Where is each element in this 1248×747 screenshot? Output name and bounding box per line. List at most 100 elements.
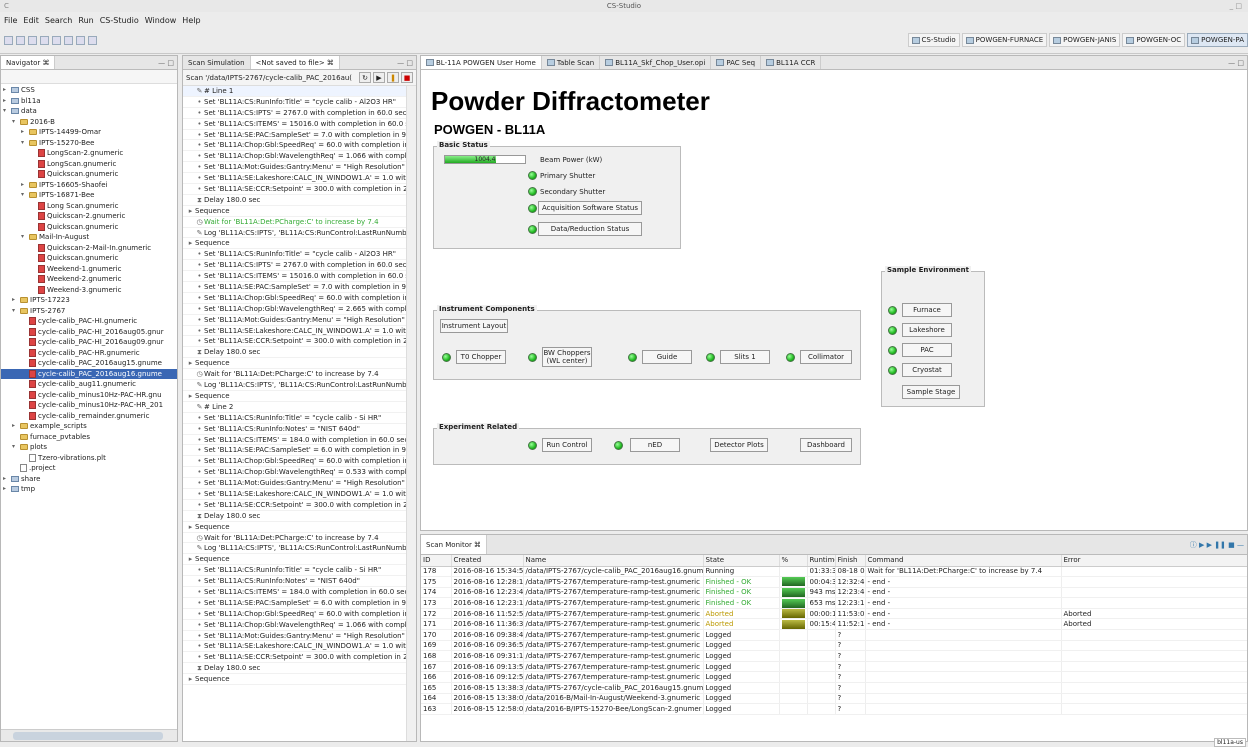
tree-item[interactable]: ▸ bl11a <box>1 96 177 107</box>
menu-window[interactable]: Window <box>145 16 177 25</box>
scan-command-row[interactable]: • Set 'BL11A:CS:RunInfo:Notes' = "NIST 64… <box>183 576 406 587</box>
expand-toggle-icon[interactable]: ▸ <box>3 96 11 107</box>
scan-command-row[interactable]: ✎ Log 'BL11A:CS:IPTS', 'BL11A:CS:RunContr… <box>183 228 406 239</box>
collimator-button[interactable]: Collimator <box>800 350 852 364</box>
tree-item[interactable]: Quickscan-2-Mail-In.gnumeric <box>1 243 177 254</box>
table-row[interactable]: 173 2016-08-16 12:23:1/data/IPTS-2767/tem… <box>421 597 1247 609</box>
table-row[interactable]: 175 2016-08-16 12:28:1/data/IPTS-2767/tem… <box>421 576 1247 588</box>
scan-command-row[interactable]: • Set 'BL11A:CS:RunInfo:Title' = "cycle c… <box>183 413 406 424</box>
scan-command-row[interactable]: • Set 'BL11A:Mot:Guides:Gantry:Menu' = "H… <box>183 478 406 489</box>
scan-command-row[interactable]: • Set 'BL11A:Mot:Guides:Gantry:Menu' = "H… <box>183 162 406 174</box>
table-row[interactable]: 163 2016-08-15 12:58:0/data/2016-B/IPTS-1… <box>421 703 1247 715</box>
perspective-powgen-furnace[interactable]: POWGEN-FURNACE <box>961 33 1048 47</box>
column-header[interactable]: Created <box>451 555 524 567</box>
save-icon[interactable] <box>16 36 25 45</box>
tree-item[interactable]: cycle-calib_minus10Hz-PAC-HR.gnu <box>1 390 177 401</box>
scan-command-row[interactable]: • Set 'BL11A:CS:RunInfo:Title' = "cycle c… <box>183 565 406 577</box>
tree-item[interactable]: ▾ Mail-In-August <box>1 232 177 243</box>
expand-toggle-icon[interactable]: ▾ <box>21 138 29 149</box>
table-row[interactable]: 174 2016-08-16 12:23:4/data/IPTS-2767/tem… <box>421 587 1247 599</box>
scan-resume-icon[interactable]: ▶ <box>373 72 385 83</box>
scan-command-row[interactable]: • Set 'BL11A:Mot:Guides:Gantry:Menu' = "H… <box>183 315 406 326</box>
tree-item[interactable]: LongScan-2.gnumeric <box>1 148 177 159</box>
scan-command-row[interactable]: • Set 'BL11A:CS:ITEMS' = 184.0 with compl… <box>183 435 406 446</box>
acquisition-status-button[interactable]: Acquisition Software Status <box>538 201 642 215</box>
tab-scan-monitor[interactable]: Scan Monitor ⌘ <box>421 535 487 554</box>
tab-editor-2[interactable]: BL11A_Skf_Chop_User.opi <box>600 56 712 69</box>
scan-command-row[interactable]: • Set 'BL11A:CS:ITEMS' = 184.0 with compl… <box>183 587 406 598</box>
tree-item[interactable]: ▾ IPTS-15270-Bee <box>1 138 177 149</box>
expand-toggle-icon[interactable]: ▸ <box>3 484 11 495</box>
tree-item[interactable]: cycle-calib_PAC-HR.gnumeric <box>1 348 177 359</box>
perspective-powgen-oc[interactable]: POWGEN-OC <box>1122 33 1186 47</box>
detector-plots-button[interactable]: Detector Plots <box>710 438 768 452</box>
scan-command-row[interactable]: • Set 'BL11A:SE:CCR:Setpoint' = 300.0 wit… <box>183 652 406 664</box>
scan-command-row[interactable]: • Set 'BL11A:SE:PAC:SampleSet' = 7.0 with… <box>183 282 406 293</box>
scan-pause-icon[interactable]: ❚ <box>387 72 399 83</box>
expand-toggle-icon[interactable]: ▸ <box>21 180 29 191</box>
expand-toggle-icon[interactable]: ▾ <box>21 232 29 243</box>
scan-command-row[interactable]: • Set 'BL11A:CS:ITEMS' = 15016.0 with com… <box>183 271 406 283</box>
perspective-powgen-janis[interactable]: POWGEN-JANIS <box>1049 33 1121 47</box>
tree-item[interactable]: ▸ IPTS-14499-Omar <box>1 127 177 138</box>
scan-command-row[interactable]: • Set 'BL11A:Chop:Gbl:WavelengthReq' = 0.… <box>183 467 406 479</box>
column-header[interactable]: Error <box>1061 555 1247 567</box>
scan-command-row[interactable]: • Set 'BL11A:Chop:Gbl:SpeedReq' = 60.0 wi… <box>183 609 406 620</box>
expand-toggle-icon[interactable]: ▾ <box>21 190 29 201</box>
tree-item[interactable]: cycle-calib_PAC-HI.gnumeric <box>1 316 177 327</box>
column-header[interactable]: Finish <box>835 555 866 567</box>
scan-command-row[interactable]: • Set 'BL11A:CS:IPTS' = 2767.0 with compl… <box>183 108 406 119</box>
tree-item[interactable]: cycle-calib_minus10Hz-PAC-HR_201 <box>1 400 177 411</box>
tree-item[interactable]: Long Scan.gnumeric <box>1 201 177 212</box>
tree-item[interactable]: ▸ CSS <box>1 85 177 96</box>
scan-abort-icon[interactable]: ■ <box>401 72 413 83</box>
tree-item[interactable]: ▸ share <box>1 474 177 485</box>
tree-item[interactable]: Weekend-1.gnumeric <box>1 264 177 275</box>
view-controls-icon[interactable]: — □ <box>397 56 413 69</box>
tree-item[interactable]: ▾ 2016-B <box>1 117 177 128</box>
scan-command-row[interactable]: • Set 'BL11A:SE:PAC:SampleSet' = 6.0 with… <box>183 598 406 609</box>
run-icon[interactable] <box>40 36 49 45</box>
expand-toggle-icon[interactable]: ▾ <box>12 117 20 128</box>
tree-item[interactable]: furnace_pvtables <box>1 432 177 443</box>
tree-item[interactable]: Quickscan.gnumeric <box>1 253 177 264</box>
tree-item[interactable]: ▾ IPTS-2767 <box>1 306 177 317</box>
table-row[interactable]: 167 2016-08-16 09:13:5/data/IPTS-2767/tem… <box>421 661 1247 673</box>
scan-command-row[interactable]: ⧗ Delay 180.0 sec <box>183 663 406 675</box>
ned-button[interactable]: nED <box>630 438 680 452</box>
tree-item[interactable]: ▸ example_scripts <box>1 421 177 432</box>
scan-command-row[interactable]: • Set 'BL11A:SE:Lakeshore:CALC_IN_WINDOW1… <box>183 326 406 337</box>
scan-command-row[interactable]: ▸ Sequence <box>183 238 406 250</box>
table-row[interactable]: 165 2016-08-15 13:38:3/data/IPTS-2767/cyc… <box>421 682 1247 694</box>
horizontal-scrollbar[interactable] <box>1 729 177 741</box>
column-header[interactable]: Name <box>523 555 704 567</box>
expand-toggle-icon[interactable]: ▸ <box>12 421 20 432</box>
table-row[interactable]: 168 2016-08-16 09:31:1/data/IPTS-2767/tem… <box>421 650 1247 662</box>
scan-command-row[interactable]: • Set 'BL11A:CS:RunInfo:Notes' = "NIST 64… <box>183 424 406 435</box>
tree-item[interactable]: cycle-calib_aug11.gnumeric <box>1 379 177 390</box>
scan-command-row[interactable]: ⧗ Delay 180.0 sec <box>183 511 406 522</box>
scan-command-row[interactable]: • Set 'BL11A:SE:PAC:SampleSet' = 6.0 with… <box>183 445 406 457</box>
edit-icon[interactable] <box>52 36 61 45</box>
expand-toggle-icon[interactable]: ▸ <box>3 474 11 485</box>
scan-command-row[interactable]: ▸ Sequence <box>183 554 406 566</box>
scan-command-row[interactable]: • Set 'BL11A:Chop:Gbl:SpeedReq' = 60.0 wi… <box>183 140 406 152</box>
scan-command-row[interactable]: ⧗ Delay 180.0 sec <box>183 347 406 359</box>
table-row[interactable]: 166 2016-08-16 09:12:5/data/IPTS-2767/tem… <box>421 671 1247 684</box>
tree-item[interactable]: ▾ data <box>1 106 177 117</box>
data-reduction-button[interactable]: Data/Reduction Status <box>538 222 642 236</box>
dashboard-button[interactable]: Dashboard <box>800 438 852 452</box>
menu-csstudio[interactable]: CS-Studio <box>100 16 139 25</box>
scan-command-row[interactable]: ▸ Sequence <box>183 206 406 217</box>
tree-item[interactable]: Quickscan-2.gnumeric <box>1 211 177 222</box>
lakeshore-button[interactable]: Lakeshore <box>902 323 952 337</box>
tab-editor-0[interactable]: BL-11A POWGEN User Home <box>421 56 542 69</box>
scan-command-row[interactable]: ✎ # Line 1 <box>183 86 406 97</box>
expand-toggle-icon[interactable]: ▸ <box>21 127 29 138</box>
scan-command-row[interactable]: ▸ Sequence <box>183 674 406 685</box>
menu-help[interactable]: Help <box>182 16 200 25</box>
menu-file[interactable]: File <box>4 16 17 25</box>
tree-item[interactable]: ▾ IPTS-16871-Bee <box>1 190 177 201</box>
scan-command-row[interactable]: ◷Wait for 'BL11A:Det:PCharge:C' to incre… <box>183 369 406 381</box>
scan-command-row[interactable]: ▸ Sequence <box>183 522 406 533</box>
